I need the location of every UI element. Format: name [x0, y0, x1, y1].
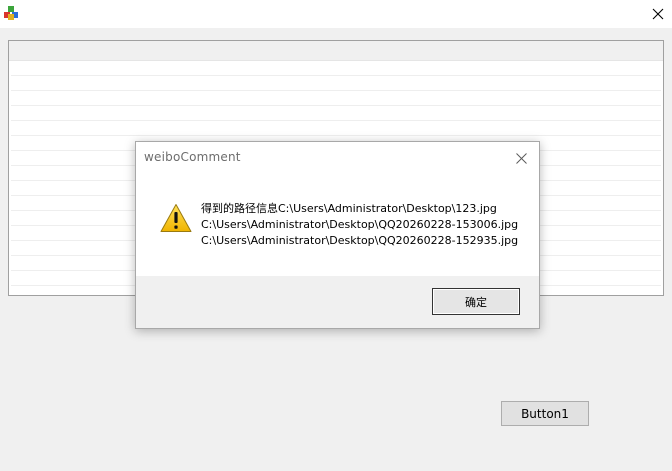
title-bar: [0, 0, 672, 28]
close-icon: [515, 152, 527, 164]
main-window: Button1 weiboComment 得到的路径信息C:\Users\Adm…: [0, 0, 672, 471]
window-close-button[interactable]: [644, 0, 672, 28]
button1[interactable]: Button1: [501, 401, 589, 426]
list-row: [11, 121, 661, 136]
list-row: [11, 76, 661, 91]
dialog-button-bar: 确定: [136, 276, 539, 328]
warning-icon: [160, 204, 192, 232]
dialog-message: 得到的路径信息C:\Users\Administrator\Desktop\12…: [201, 201, 531, 249]
app-cube-icon: [4, 6, 18, 20]
list-row: [11, 91, 661, 106]
ok-button[interactable]: 确定: [432, 288, 520, 315]
list-row: [11, 106, 661, 121]
message-line: C:\Users\Administrator\Desktop\QQ2026022…: [201, 234, 519, 247]
dialog-close-button[interactable]: [509, 148, 533, 168]
close-icon: [652, 8, 664, 20]
list-row: [11, 61, 661, 76]
dialog-title: weiboComment: [144, 150, 241, 164]
message-line: 得到的路径信息C:\Users\Administrator\Desktop\12…: [201, 202, 497, 215]
message-line: C:\Users\Administrator\Desktop\QQ2026022…: [201, 218, 519, 231]
list-header: [9, 41, 663, 61]
message-dialog: weiboComment 得到的路径信息C:\Users\Administrat…: [135, 141, 540, 329]
